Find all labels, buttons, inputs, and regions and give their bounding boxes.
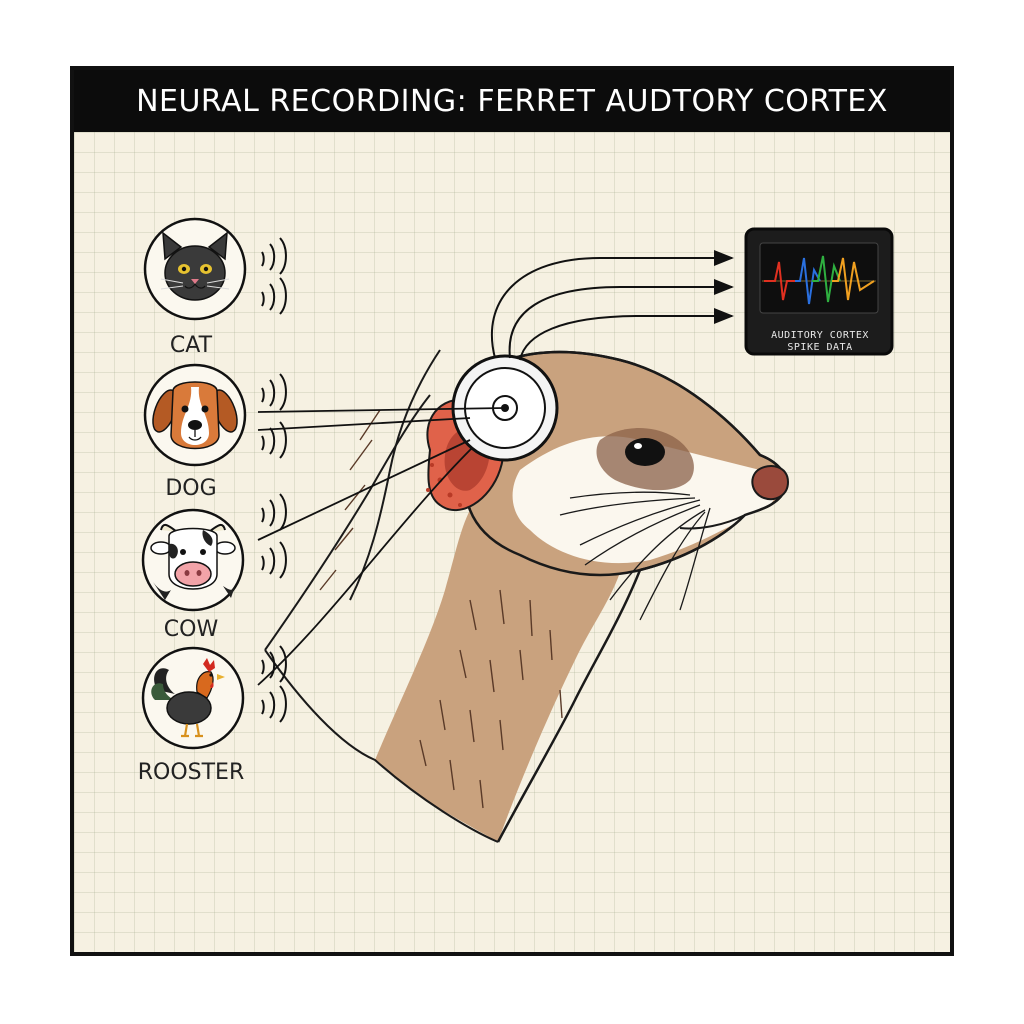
rooster-icon	[141, 646, 245, 750]
monitor-label-line1: AUDITORY CORTEX	[771, 330, 869, 341]
cat-sound-wave-icon	[261, 237, 287, 315]
recording-wires	[490, 250, 734, 361]
monitor-label: AUDITORY CORTEX SPIKE DATA	[748, 330, 892, 354]
stimulus-label-cow: COW	[163, 617, 219, 642]
monitor-label-line2: SPIKE DATA	[787, 342, 853, 353]
stimulus-label-rooster: ROOSTER	[137, 760, 245, 785]
ferret-nose	[751, 465, 790, 501]
illustration	[141, 217, 894, 843]
dog-sound-wave-icon	[261, 373, 287, 459]
ferret-eye-highlight	[634, 443, 642, 449]
ferret-eye	[625, 438, 665, 466]
stimulus-label-cat: CAT	[169, 333, 213, 358]
cat-icon	[143, 217, 247, 321]
rooster-sound-wave-icon	[261, 645, 287, 723]
cow-icon	[141, 508, 245, 612]
dog-icon	[143, 363, 247, 467]
stimulus-label-dog: DOG	[165, 476, 217, 501]
